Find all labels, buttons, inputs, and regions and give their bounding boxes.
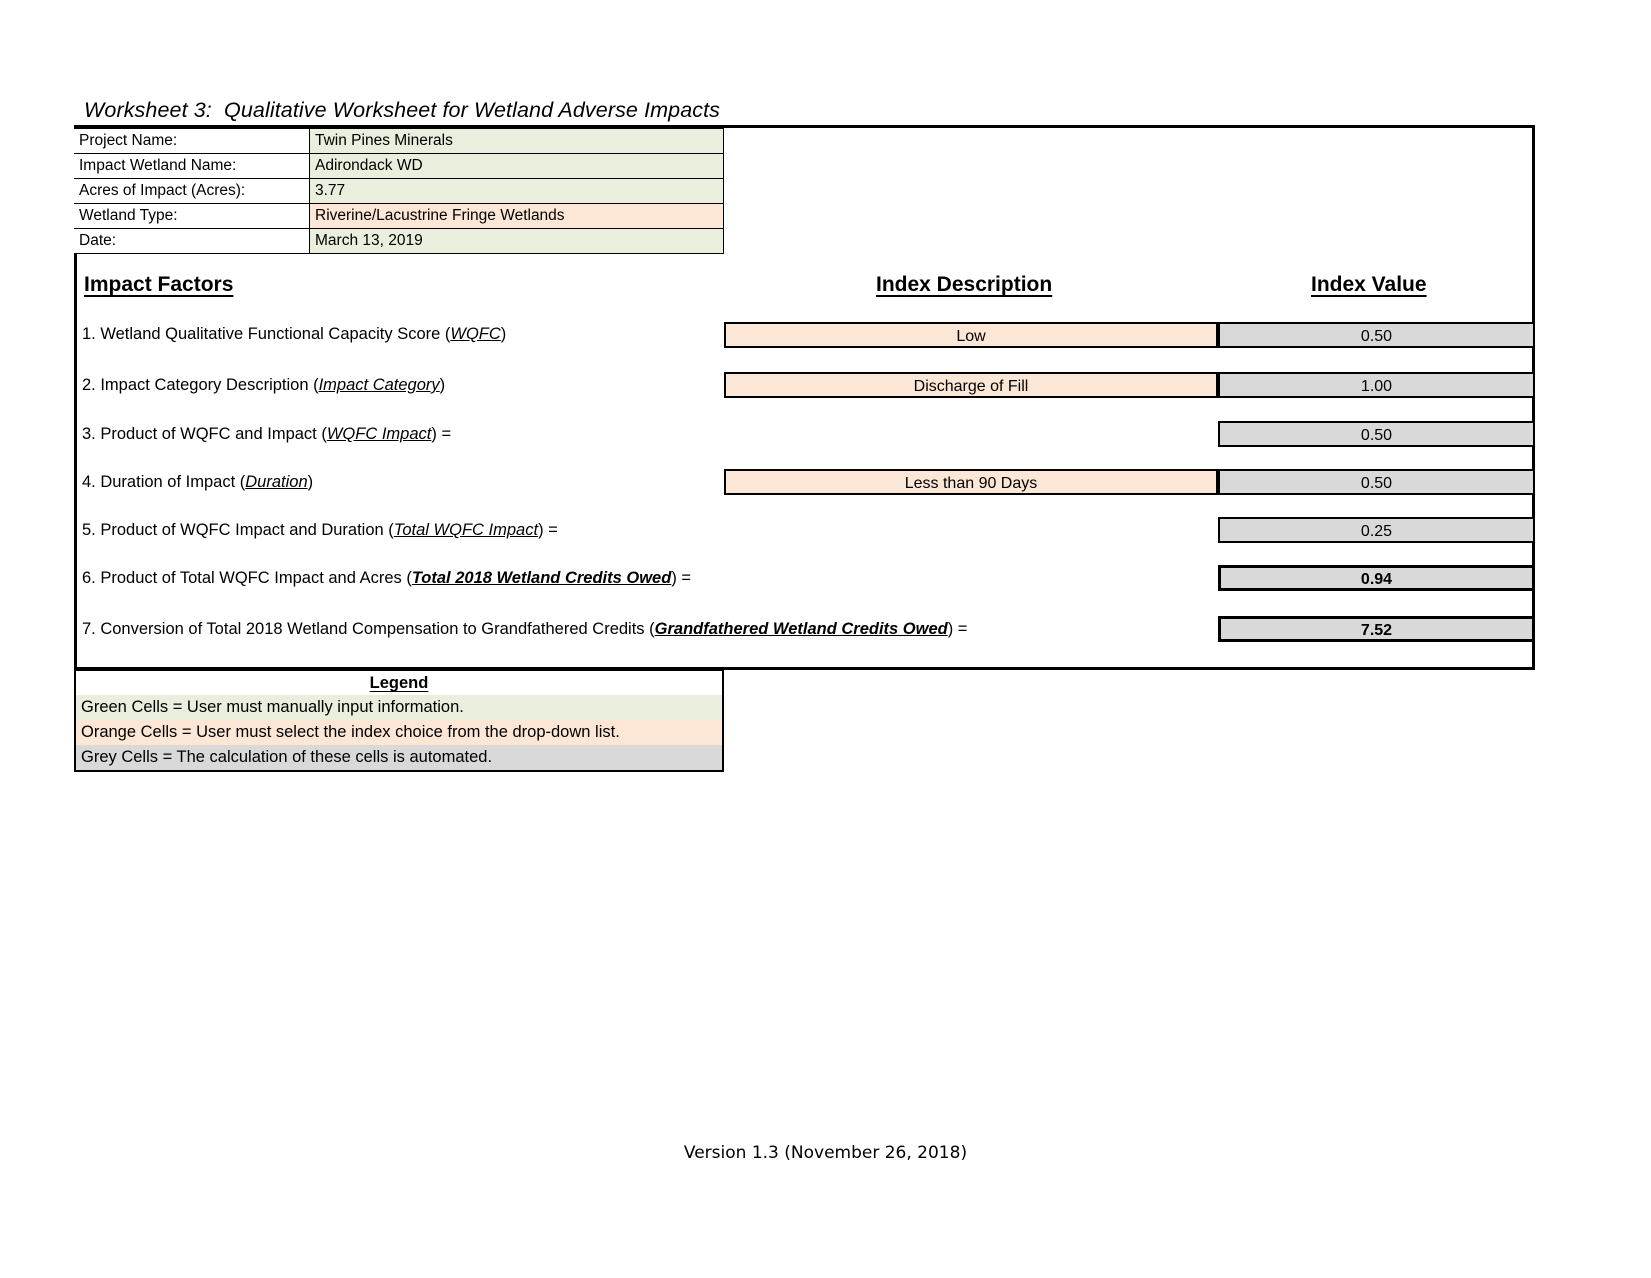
factor-suffix-1: ) (500, 325, 507, 343)
factor-label-1: 1. Wetland Qualitative Functional Capaci… (82, 325, 506, 343)
index-value-cell-5: 0.25 (1218, 517, 1535, 543)
legend-row-grey: Grey Cells = The calculation of these ce… (76, 745, 722, 770)
info-value-date[interactable]: March 13, 2019 (309, 228, 724, 254)
factor-label-4: 4. Duration of Impact (Duration) (82, 473, 313, 491)
factor-term-6: Total 2018 Wetland Credits Owed (411, 569, 672, 587)
table-row: Date: March 13, 2019 (74, 228, 724, 254)
factor-term-5: Total WQFC Impact (393, 521, 539, 539)
info-label-impact-wetland-name: Impact Wetland Name: (74, 153, 310, 179)
factor-suffix-6: ) = (671, 569, 692, 587)
legend-title: Legend (76, 671, 722, 695)
page-title: Worksheet 3: Qualitative Worksheet for W… (84, 98, 721, 122)
info-label-date: Date: (74, 228, 310, 254)
factor-term-3: WQFC Impact (326, 425, 432, 443)
legend-row-green: Green Cells = User must manually input i… (76, 695, 722, 720)
index-description-cell-4[interactable]: Less than 90 Days (724, 469, 1218, 495)
factor-term-2: Impact Category (318, 376, 440, 394)
factor-term-4: Duration (245, 473, 308, 491)
factor-text-5: 5. Product of WQFC Impact and Duration ( (82, 521, 394, 539)
factor-label-6: 6. Product of Total WQFC Impact and Acre… (82, 569, 691, 587)
factor-suffix-7: ) = (947, 620, 968, 638)
info-value-acres-of-impact[interactable]: 3.77 (309, 178, 724, 204)
table-row: Acres of Impact (Acres): 3.77 (74, 178, 724, 204)
factor-label-7: 7. Conversion of Total 2018 Wetland Comp… (82, 620, 967, 638)
factor-label-5: 5. Product of WQFC Impact and Duration (… (82, 521, 558, 539)
factor-label-2: 2. Impact Category Description (Impact C… (82, 376, 445, 394)
info-value-impact-wetland-name[interactable]: Adirondack WD (309, 153, 724, 179)
project-info-table: Project Name: Twin Pines Minerals Impact… (74, 128, 724, 254)
info-label-project-name: Project Name: (74, 128, 310, 154)
factor-suffix-4: ) (307, 473, 314, 491)
factor-text-3: 3. Product of WQFC and Impact ( (82, 425, 327, 443)
legend: Legend Green Cells = User must manually … (74, 669, 724, 772)
info-label-wetland-type: Wetland Type: (74, 203, 310, 229)
index-value-cell-4: 0.50 (1218, 469, 1535, 495)
index-value-cell-3: 0.50 (1218, 421, 1535, 447)
column-heading-index-description: Index Description (876, 273, 1053, 296)
column-heading-impact-factors: Impact Factors (84, 273, 234, 296)
table-row: Project Name: Twin Pines Minerals (74, 128, 724, 154)
factor-suffix-5: ) = (538, 521, 558, 539)
factor-text-2: 2. Impact Category Description ( (82, 376, 319, 394)
info-value-wetland-type[interactable]: Riverine/Lacustrine Fringe Wetlands (309, 203, 724, 229)
index-description-cell-2[interactable]: Discharge of Fill (724, 372, 1218, 398)
factor-text-4: 4. Duration of Impact ( (82, 473, 246, 491)
index-value-cell-6: 0.94 (1218, 565, 1535, 591)
index-value-cell-2: 1.00 (1218, 372, 1535, 398)
index-description-cell-1[interactable]: Low (724, 322, 1218, 348)
index-value-cell-7: 7.52 (1218, 616, 1535, 642)
column-heading-index-value: Index Value (1311, 273, 1427, 296)
footer-version-text: Version 1.3 (November 26, 2018) (683, 1143, 968, 1163)
table-row: Wetland Type: Riverine/Lacustrine Fringe… (74, 203, 724, 229)
factor-term-1: WQFC (450, 325, 501, 343)
table-row: Impact Wetland Name: Adirondack WD (74, 153, 724, 179)
index-value-cell-1: 0.50 (1218, 322, 1535, 348)
factor-label-3: 3. Product of WQFC and Impact (WQFC Impa… (82, 425, 451, 443)
factor-suffix-2: ) (439, 376, 446, 394)
legend-row-orange: Orange Cells = User must select the inde… (76, 720, 722, 745)
factor-suffix-3: ) = (431, 425, 452, 443)
factor-text-7: 7. Conversion of Total 2018 Wetland Comp… (82, 620, 655, 638)
factor-term-7: Grandfathered Wetland Credits Owed (654, 620, 948, 638)
factor-text-6: 6. Product of Total WQFC Impact and Acre… (82, 569, 412, 587)
factor-text-1: 1. Wetland Qualitative Functional Capaci… (82, 325, 451, 343)
info-label-acres-of-impact: Acres of Impact (Acres): (74, 178, 310, 204)
info-value-project-name[interactable]: Twin Pines Minerals (309, 128, 724, 154)
